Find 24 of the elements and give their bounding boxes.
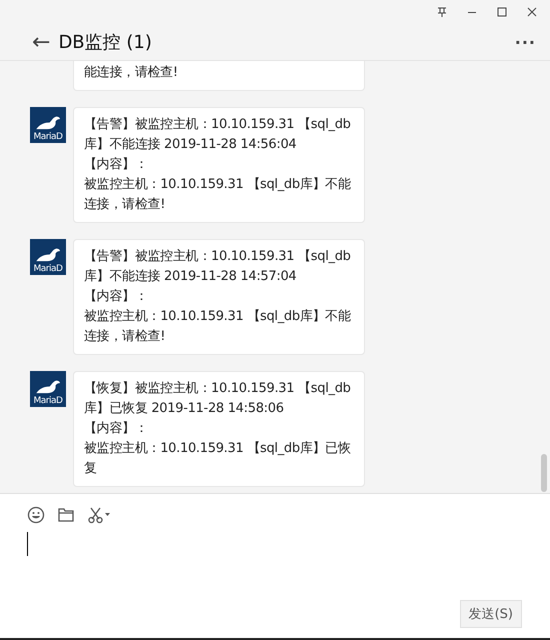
message-text: 被监控主机：10.10.159.31 【sql_db库】不能连接，请检查! [84, 176, 352, 214]
content-label: 【内容】： [84, 288, 149, 306]
more-button[interactable]: ··· [514, 32, 536, 52]
message-text: 被监控主机：10.10.159.31 【sql_db库】不能连接，请检查! [84, 308, 352, 346]
alert-text: 【告警】被监控主机：10.10.159.31 【sql_db库】不能连接 2019-11-28 14:56:04 [84, 116, 352, 154]
alert-text: 【告警】被监控主机：10.10.159.31 【sql_db库】不能连接 2019-11-28 14:57:04 [84, 248, 352, 286]
emoji-icon[interactable] [27, 506, 45, 524]
avatar-label: MariaD [34, 263, 62, 275]
avatar-label: MariaD [34, 131, 62, 143]
avatar-label: MariaD [34, 395, 62, 407]
folder-icon[interactable] [57, 506, 75, 524]
message-text: 被监控主机：10.10.159.31 【sql_db库】已恢复 [84, 440, 352, 478]
scissors-icon[interactable] [87, 506, 111, 524]
send-button[interactable]: 发送(S) [460, 600, 522, 628]
scrollbar[interactable] [541, 454, 547, 492]
chat-title: DB监控 (1) [58, 31, 153, 54]
content-label: 【内容】： [84, 156, 149, 174]
close-icon[interactable] [526, 6, 538, 18]
message-text: 能连接，请检查! [84, 64, 179, 82]
pin-icon[interactable] [436, 6, 448, 18]
alert-text: 【恢复】被监控主机：10.10.159.31 【sql_db库】已恢复 2019-11-28 14:58:06 [84, 380, 352, 418]
back-button[interactable]: ← [32, 30, 50, 54]
content-label: 【内容】： [84, 420, 149, 438]
maximize-icon[interactable] [496, 6, 508, 18]
